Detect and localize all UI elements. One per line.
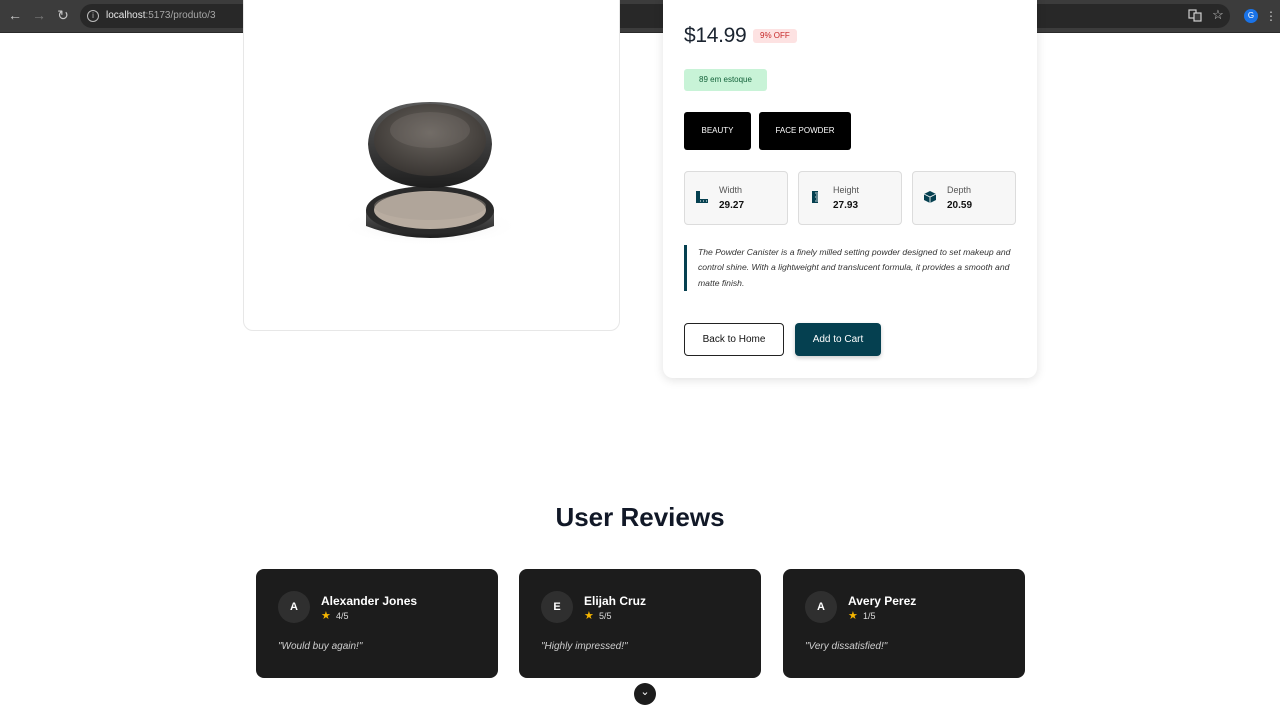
url-path: :5173/produto/3 <box>145 10 216 21</box>
chevron-down-icon[interactable]: ⌄ <box>634 683 656 705</box>
stock-badge: 89 em estoque <box>684 69 767 91</box>
review-comment: "Highly impressed!" <box>541 641 628 652</box>
review-comment: "Very dissatisfied!" <box>805 641 888 652</box>
ruler-icon <box>696 191 708 203</box>
dimension-value: 20.59 <box>947 200 973 211</box>
star-icon: ★ <box>848 610 858 622</box>
dimension-width: Width 29.27 <box>684 171 788 225</box>
review-card: E Elijah Cruz ★ 5/5 "Highly impressed!" <box>519 569 761 678</box>
translate-icon[interactable] <box>1188 8 1202 22</box>
star-icon: ★ <box>584 610 594 622</box>
reviewer-avatar: A <box>805 591 837 623</box>
back-to-home-button[interactable]: Back to Home <box>684 323 784 356</box>
product-description: The Powder Canister is a finely milled s… <box>684 245 1024 292</box>
reviews-title: User Reviews <box>555 502 725 532</box>
review-card: A Alexander Jones ★ 4/5 "Would buy again… <box>256 569 498 678</box>
reviewer-name: Alexander Jones <box>321 594 418 608</box>
kebab-menu-icon[interactable]: ⋮ <box>1265 8 1277 24</box>
dimension-label: Height <box>833 185 860 195</box>
discount-badge: 9% OFF <box>753 29 797 43</box>
reviewer-avatar: A <box>278 591 310 623</box>
profile-avatar[interactable]: G <box>1244 9 1258 23</box>
dimension-depth: Depth 20.59 <box>912 171 1016 225</box>
bookmark-star-icon[interactable]: ☆ <box>1210 6 1226 24</box>
ruler-vertical-icon <box>812 191 818 203</box>
review-comment: "Would buy again!" <box>278 641 363 652</box>
dimension-height: Height 27.93 <box>798 171 902 225</box>
url-host: localhost <box>106 10 146 21</box>
back-arrow-icon[interactable]: ← <box>6 6 24 24</box>
product-price: $14.99 <box>684 24 747 47</box>
review-rating: 5/5 <box>599 611 612 621</box>
product-image <box>340 102 520 246</box>
site-info-icon[interactable]: i <box>87 10 99 22</box>
dimension-value: 27.93 <box>833 200 859 211</box>
forward-arrow-icon[interactable]: → <box>30 6 48 24</box>
add-to-cart-button[interactable]: Add to Cart <box>795 323 881 356</box>
browser-toolbar: ← → ↻ i localhost:5173/produto/3 ☆ G ⋮ <box>0 0 1280 33</box>
reviewer-name: Avery Perez <box>848 594 917 608</box>
reviewer-name: Elijah Cruz <box>584 594 647 608</box>
tag-beauty[interactable]: BEAUTY <box>684 112 751 150</box>
box-icon <box>923 191 937 203</box>
url-text[interactable]: localhost:5173/produto/3 <box>106 4 216 28</box>
review-rating: 4/5 <box>336 611 349 621</box>
dimension-label: Width <box>719 185 743 195</box>
star-icon: ★ <box>321 610 331 622</box>
review-rating: 1/5 <box>863 611 876 621</box>
dimension-value: 29.27 <box>719 200 745 211</box>
reviewer-avatar: E <box>541 591 573 623</box>
tag-face-powder[interactable]: FACE POWDER <box>759 112 851 150</box>
review-card: A Avery Perez ★ 1/5 "Very dissatisfied!" <box>783 569 1025 678</box>
dimension-label: Depth <box>947 185 972 195</box>
reload-icon[interactable]: ↻ <box>54 6 72 24</box>
